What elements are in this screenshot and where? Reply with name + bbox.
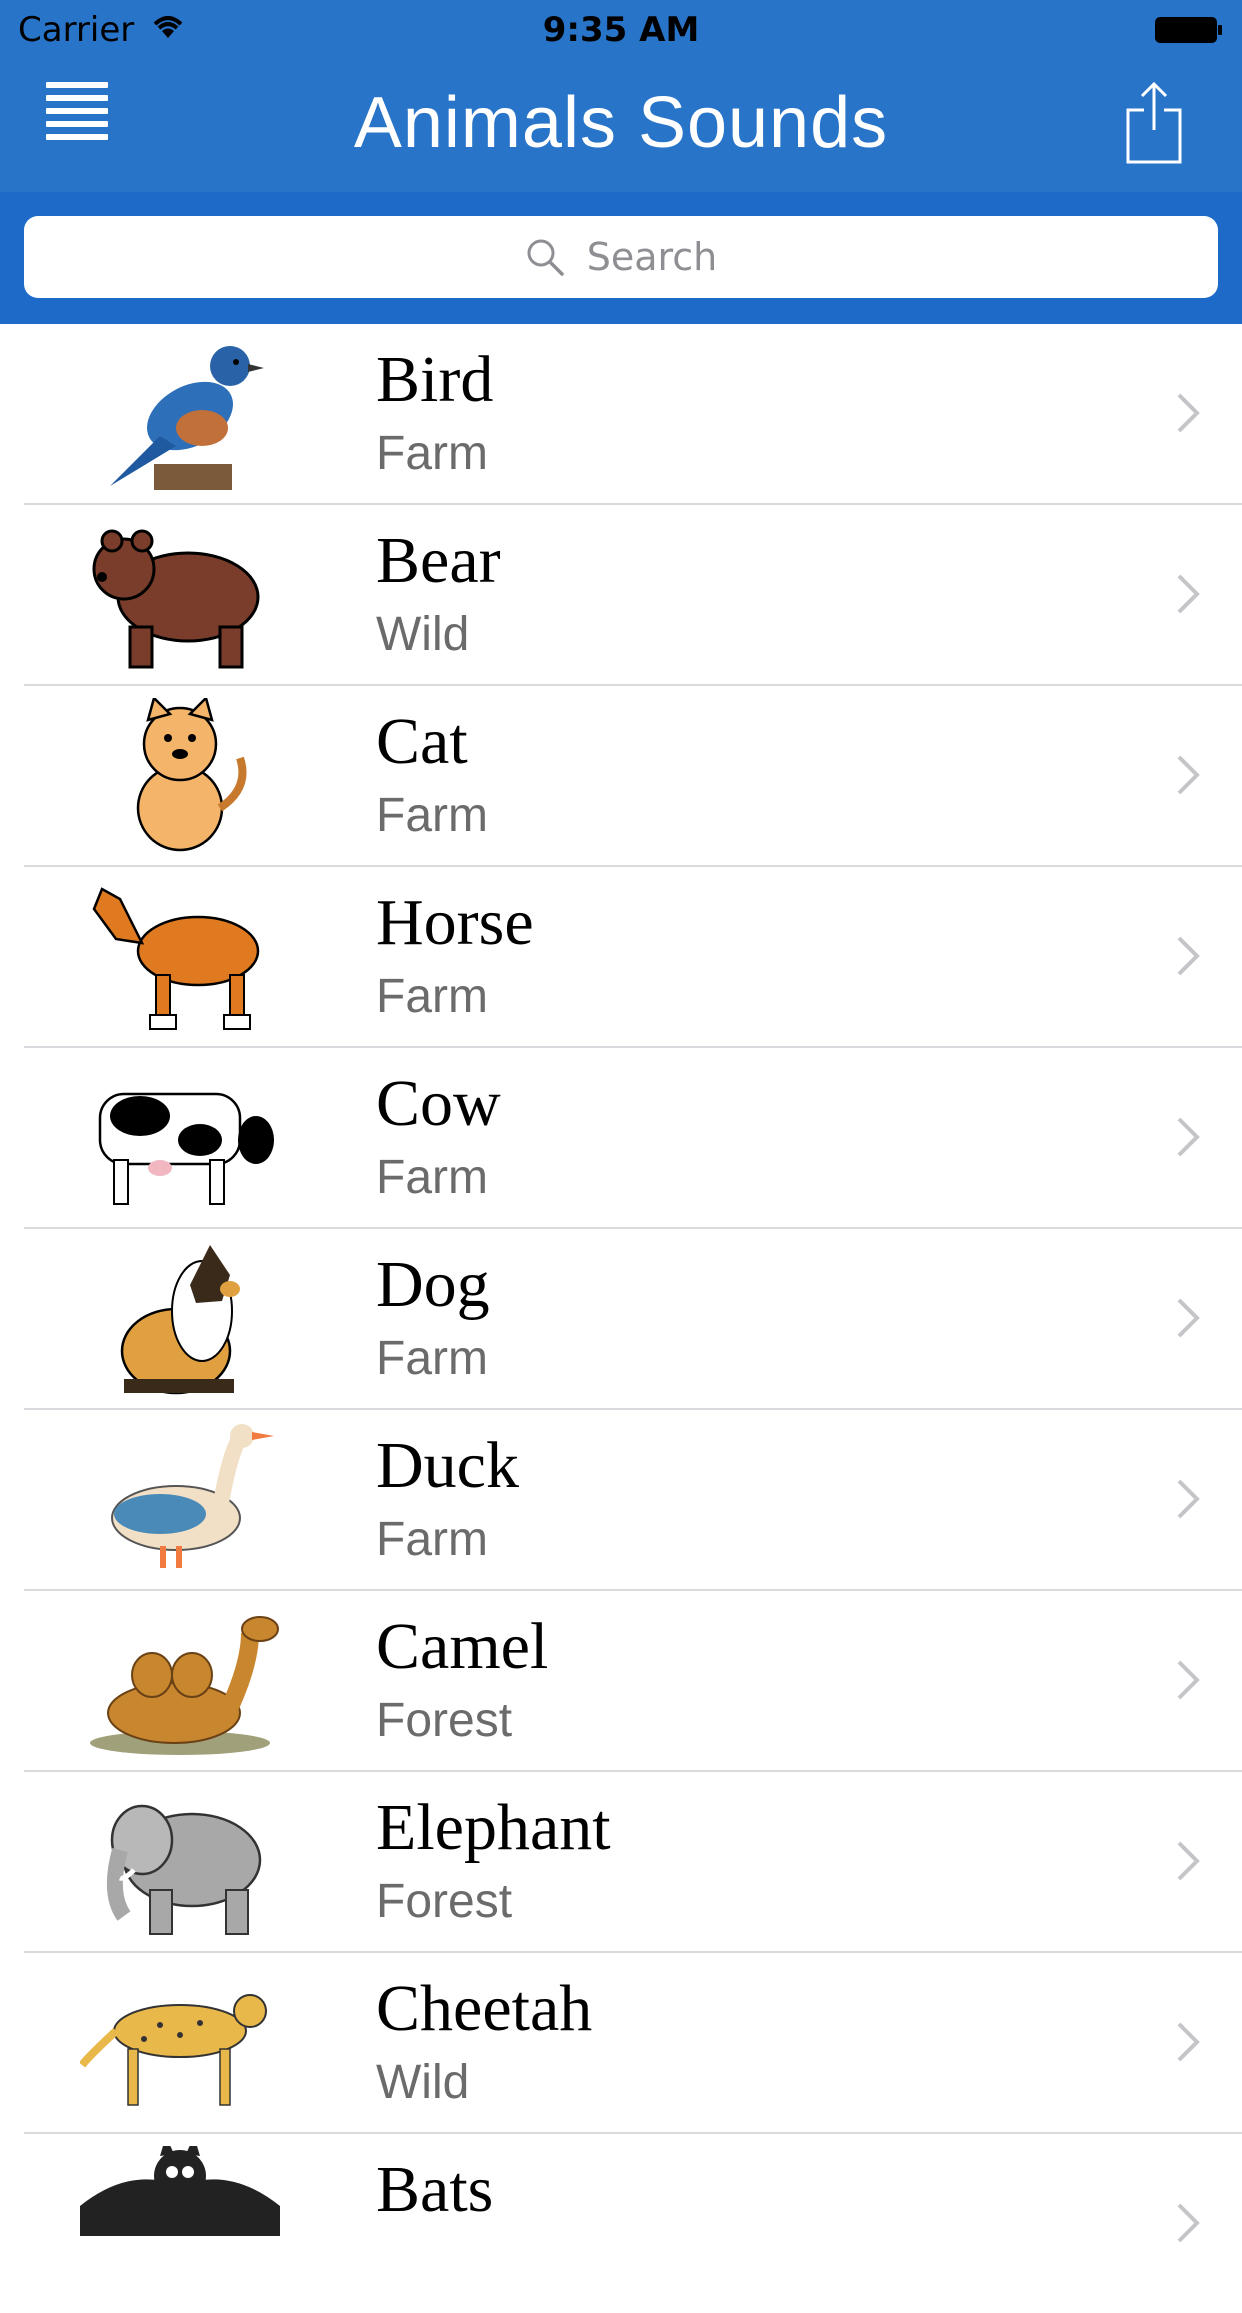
animal-category: Farm [376,970,488,1023]
animal-category: Farm [376,789,488,842]
bat-image [80,2146,280,2236]
animal-category: Forest [376,1694,513,1747]
list-item[interactable]: Bear Wild [24,505,1242,686]
list-item[interactable]: Bats [24,2134,1242,2313]
animal-name: Bats [376,2153,494,2226]
animal-category: Wild [376,608,470,661]
chevron-right-icon [1177,2022,1200,2062]
animal-category: Farm [376,427,488,480]
cheetah-image [80,1994,267,2106]
status-bar: Carrier 9:35 AM [0,0,1242,62]
list-item[interactable]: Camel Forest [24,1591,1242,1772]
duck-image [111,1424,274,1568]
animal-name: Horse [376,886,534,959]
animal-name: Cat [376,705,468,778]
animal-name: Bear [376,524,501,597]
bear-image [92,529,260,669]
animal-name: Dog [376,1248,490,1321]
chevron-right-icon [1177,1298,1200,1338]
chevron-right-icon [1177,1479,1200,1519]
cow-image [98,1092,274,1205]
chevron-right-icon [1177,393,1200,433]
list-item[interactable]: Bird Farm [24,324,1242,505]
cat-image [136,698,247,852]
chevron-right-icon [1177,755,1200,795]
elephant-image [106,1804,262,1935]
bird-image [110,346,264,490]
animal-name: Cheetah [376,1972,593,2045]
list-item[interactable]: Cat Farm [24,686,1242,867]
search-icon [527,239,564,276]
animal-category: Forest [376,1875,513,1928]
list-item[interactable]: Elephant Forest [24,1772,1242,1953]
animal-category: Wild [376,2056,470,2109]
chevron-right-icon [1177,2203,1200,2243]
share-icon[interactable] [1124,80,1184,166]
list-item[interactable]: Cow Farm [24,1048,1242,1229]
chevron-right-icon [1177,574,1200,614]
search-input[interactable]: Search [24,216,1218,298]
list-item[interactable]: Duck Farm [24,1410,1242,1591]
animal-category: Farm [376,1151,488,1204]
horse-image [92,887,260,1030]
camel-image [90,1616,279,1755]
chevron-right-icon [1177,1117,1200,1157]
animal-name: Elephant [376,1791,611,1864]
animal-name: Bird [376,343,494,416]
battery-icon [1155,17,1222,43]
dog-image [120,1245,240,1395]
list-item[interactable]: Cheetah Wild [24,1953,1242,2134]
animal-name: Camel [376,1610,549,1683]
chevron-right-icon [1177,1841,1200,1881]
navigation-bar: Animals Sounds [0,62,1242,194]
list-item[interactable]: Horse Farm [24,867,1242,1048]
search-placeholder: Search [586,235,718,279]
chevron-right-icon [1177,936,1200,976]
animals-list: Bird Farm Bear Wild Cat Farm Horse Farm … [0,324,1242,2313]
animal-name: Cow [376,1067,501,1140]
list-item[interactable]: Dog Farm [24,1229,1242,1410]
status-time: 9:35 AM [542,10,700,50]
animal-name: Duck [376,1429,519,1502]
search-bar: Search [0,192,1242,324]
page-title: Animals Sounds [353,83,889,163]
chevron-right-icon [1177,1660,1200,1700]
animal-category: Farm [376,1332,488,1385]
animal-category: Farm [376,1513,488,1566]
